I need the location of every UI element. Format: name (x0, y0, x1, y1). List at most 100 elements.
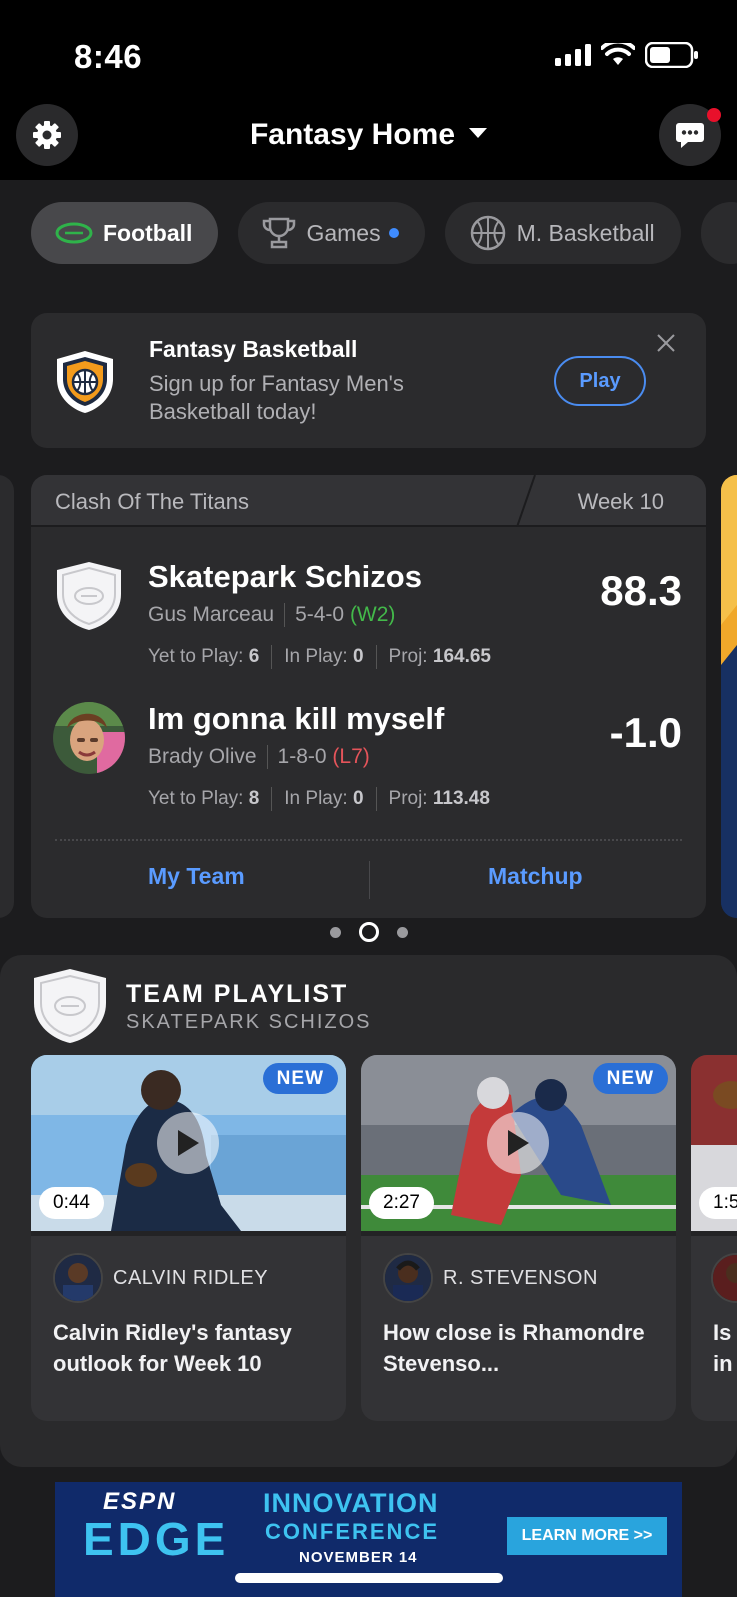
new-indicator-dot (388, 228, 399, 238)
video-headline: Calvin Ridley's fantasy outlook for Week… (53, 1320, 292, 1376)
basketball-icon (470, 215, 505, 251)
status-icons (555, 42, 699, 68)
video-card[interactable]: NEW 2:27 R. STEVENSON How close is Rhamo… (361, 1055, 676, 1421)
proj-value: 113.48 (432, 788, 490, 810)
chat-icon (676, 123, 704, 148)
player-headshot-image (713, 1255, 737, 1301)
video-duration: 2:27 (369, 1187, 434, 1219)
messages-button[interactable] (659, 104, 721, 166)
player-headshot (53, 1253, 103, 1303)
close-icon[interactable] (656, 333, 676, 353)
battery-icon (645, 42, 698, 68)
page-title-label: Fantasy Home (249, 118, 456, 151)
video-headline: Is in (713, 1320, 733, 1376)
playlist-title: TEAM PLAYLIST (126, 980, 349, 1008)
video-card-partial[interactable]: 1:5 Is in (691, 1055, 737, 1421)
meta-divider (284, 603, 286, 628)
ad-headline-1: INNOVATION (263, 1488, 439, 1518)
play-button[interactable] (157, 1112, 219, 1174)
matchup-link[interactable]: Matchup (488, 863, 583, 890)
stats-divider (375, 787, 377, 811)
football-icon (55, 222, 93, 244)
status-time: 8:46 (74, 38, 143, 75)
matchup-week: Week 10 (577, 489, 664, 514)
thumbnail-divider (691, 1231, 737, 1236)
ad-date: NOVEMBER 14 (299, 1549, 418, 1566)
app-header: Fantasy Home (0, 100, 737, 180)
stats-divider (271, 645, 273, 669)
meta-divider (266, 745, 268, 770)
team-row-away[interactable]: Im gonna kill myself Brady Olive 1-8-0 (L… (31, 697, 706, 827)
ad-headline-2: CONFERENCE (265, 1519, 440, 1544)
player-headshot (383, 1253, 433, 1303)
tab-mens-basketball[interactable]: M. Basketball (444, 202, 681, 264)
status-bar: 8:46 (0, 0, 737, 100)
pager-dot[interactable] (329, 926, 341, 938)
proj-label: Proj: (388, 646, 428, 668)
wifi-icon (601, 43, 635, 65)
team-shield-logo (57, 562, 121, 630)
team-stats: Yet to Play: 8 In Play: 0 Proj: 113.48 (148, 787, 490, 811)
team-streak: (W2) (349, 603, 396, 626)
video-thumbnail: NEW 0:44 (31, 1055, 346, 1231)
video-card[interactable]: NEW 0:44 CALVIN RIDLEY Calvin Ridley's f… (31, 1055, 346, 1421)
team-score: -1.0 (609, 709, 682, 756)
yet-to-play-label: Yet to Play: (148, 788, 244, 810)
play-button[interactable] (487, 1112, 549, 1174)
ad-learn-more-button[interactable]: LEARN MORE >> (507, 1517, 667, 1555)
team-shield-logo (34, 969, 106, 1043)
team-banner-graphic (721, 475, 737, 918)
yet-to-play-label: Yet to Play: (148, 646, 244, 668)
team-name: Im gonna kill myself (148, 701, 445, 736)
previous-matchup-card[interactable] (0, 475, 14, 918)
home-indicator[interactable] (235, 1573, 503, 1583)
player-headshot (711, 1253, 737, 1303)
league-name: Clash Of The Titans (55, 489, 250, 514)
proj-label: Proj: (388, 788, 428, 810)
in-play-value: 0 (352, 646, 364, 668)
team-record: 1-8-0 (277, 745, 327, 768)
in-play-value: 0 (352, 788, 364, 810)
team-playlist: TEAM PLAYLIST SKATEPARK SCHIZOS NEW 0:44 (0, 955, 737, 1467)
team-owner: Brady Olive (148, 745, 257, 768)
matchup-card: Clash Of The Titans Week 10 Skatepark Sc… (31, 475, 706, 918)
in-play-label: In Play: (284, 646, 348, 668)
pager-dot[interactable] (396, 926, 408, 938)
tab-games-label: Games (306, 219, 381, 246)
tab-mens-basketball-label: M. Basketball (516, 219, 655, 246)
promo-play-button[interactable]: Play (554, 356, 646, 406)
my-team-link[interactable]: My Team (148, 863, 245, 890)
player-headshot-image (55, 1255, 101, 1301)
player-headshot-image (385, 1255, 431, 1301)
playlist-subtitle: SKATEPARK SCHIZOS (126, 1011, 372, 1033)
thumbnail-divider (361, 1231, 676, 1236)
pager-dot-current[interactable] (358, 922, 379, 942)
video-thumbnail: NEW 2:27 (361, 1055, 676, 1231)
new-badge: NEW (592, 1063, 668, 1094)
video-headline: How close is Rhamondre Stevenso... (383, 1320, 645, 1376)
proj-value: 164.65 (432, 646, 491, 668)
page-title[interactable]: Fantasy Home (0, 118, 737, 152)
tab-games[interactable]: Games (238, 202, 425, 264)
video-duration: 0:44 (39, 1187, 104, 1219)
team-name: Skatepark Schizos (148, 559, 422, 594)
avatar (53, 702, 125, 774)
yet-to-play-value: 8 (248, 788, 260, 810)
team-streak: (L7) (332, 745, 370, 768)
tab-more[interactable] (700, 202, 737, 264)
thumbnail-divider (31, 1231, 346, 1236)
video-duration: 1:5 (699, 1187, 737, 1219)
stats-divider (271, 787, 273, 811)
trophy-icon (263, 217, 296, 249)
promo-text: Sign up for Fantasy Men's Basketball tod… (149, 371, 404, 424)
video-player-name: R. STEVENSON (443, 1267, 598, 1289)
team-row-home[interactable]: Skatepark Schizos Gus Marceau 5-4-0 (W2) … (31, 555, 706, 685)
team-record: 5-4-0 (295, 603, 345, 626)
play-icon (508, 1130, 529, 1156)
matchup-header: Clash Of The Titans Week 10 (31, 475, 706, 527)
new-badge: NEW (262, 1063, 338, 1094)
tab-football[interactable]: Football (31, 202, 219, 264)
next-matchup-card[interactable] (721, 475, 737, 918)
team-owner: Gus Marceau (148, 603, 275, 626)
fantasy-basketball-logo (57, 351, 113, 413)
